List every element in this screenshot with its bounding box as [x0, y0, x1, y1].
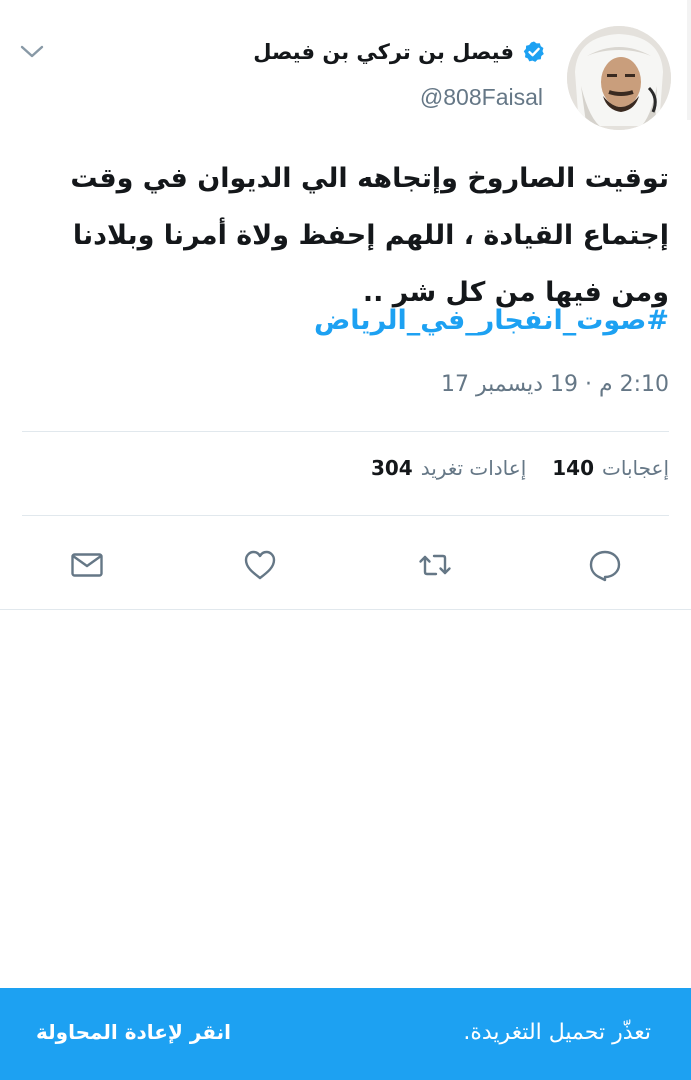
avatar[interactable] [567, 26, 671, 130]
reply-button[interactable] [585, 545, 625, 585]
likes-stat[interactable]: 140 إعجابات [552, 456, 669, 480]
chevron-down-icon[interactable] [18, 42, 46, 62]
likes-label: إعجابات [602, 456, 669, 480]
retry-button[interactable]: انقر لإعادة المحاولة [36, 1020, 231, 1044]
heart-icon [244, 550, 276, 580]
tweet-body: توقيت الصاروخ وإتجاهه الي الديوان في وقت… [70, 163, 669, 308]
hashtag-link[interactable]: #صوت_انفجار_في_الرياض [314, 305, 669, 336]
like-button[interactable] [240, 545, 280, 585]
author-display-name[interactable]: فيصل بن تركي بن فيصل [253, 40, 514, 64]
author-handle[interactable]: @808Faisal [420, 84, 543, 111]
divider [22, 515, 669, 516]
error-message: تعذّر تحميل التغريدة. [463, 1020, 651, 1045]
likes-count: 140 [552, 456, 595, 480]
tweet-header: فيصل بن تركي بن فيصل @808Faisal [0, 22, 691, 132]
retweet-button[interactable] [415, 545, 455, 585]
divider [0, 609, 691, 610]
direct-message-button[interactable] [67, 545, 107, 585]
tweet-actions [0, 545, 691, 585]
envelope-icon [71, 553, 103, 577]
tweet-stats: 304 إعادات تغريد 140 إعجابات [371, 456, 669, 480]
tweet-detail-page: فيصل بن تركي بن فيصل @808Faisal توقيت ال… [0, 0, 691, 1080]
retweets-stat[interactable]: 304 إعادات تغريد [371, 456, 526, 480]
retweets-label: إعادات تغريد [420, 456, 527, 480]
verified-badge-icon [522, 40, 546, 64]
retweets-count: 304 [370, 456, 413, 480]
error-banner: تعذّر تحميل التغريدة. انقر لإعادة المحاو… [0, 988, 691, 1080]
reply-icon [589, 550, 621, 582]
retweet-icon [419, 554, 451, 576]
tweet-timestamp[interactable]: 2:10 م · 19 ديسمبر 17 [441, 372, 669, 397]
divider [22, 431, 669, 432]
author-name-row[interactable]: فيصل بن تركي بن فيصل [253, 40, 546, 64]
avatar-image [567, 26, 671, 130]
